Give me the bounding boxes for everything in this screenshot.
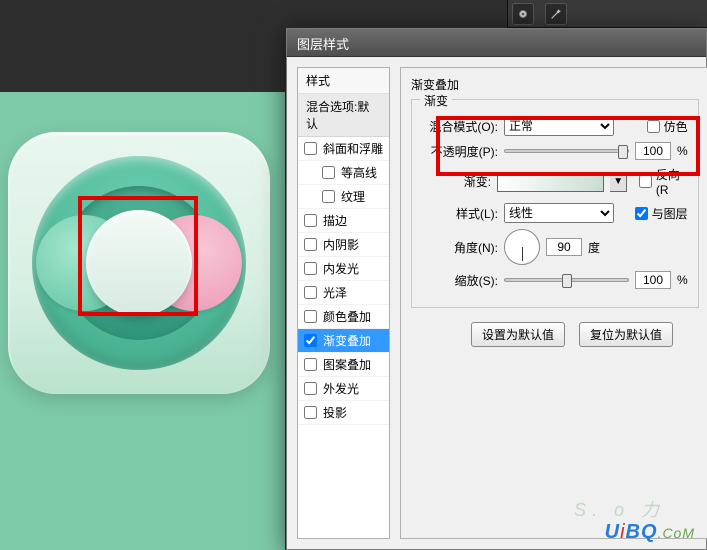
watermark: UiBQ.CoM [605,521,695,544]
style-item[interactable]: 颜色叠加 [298,305,389,329]
style-item-label: 图案叠加 [323,356,371,373]
scale-unit: % [677,273,688,287]
blend-mode-label: 混合模式(O): [422,118,498,135]
style-checkbox[interactable] [304,142,317,155]
ps-toolbar-fragment [507,0,707,28]
gradient-dropdown[interactable]: ▼ [610,172,626,192]
style-checkbox[interactable] [304,310,317,323]
angle-unit: 度 [588,239,600,256]
scale-slider[interactable] [504,278,629,282]
fieldset-legend: 渐变 [420,92,452,109]
styles-panel: 样式 混合选项:默认 斜面和浮雕等高线纹理描边内阴影内发光光泽颜色叠加渐变叠加图… [297,67,390,539]
angle-value[interactable] [546,238,582,256]
canvas-area [0,92,285,550]
style-checkbox[interactable] [304,286,317,299]
make-default-button[interactable]: 设置为默认值 [471,322,565,347]
align-with-layer-checkbox[interactable]: 与图层 [635,205,688,222]
dither-input[interactable] [647,120,660,133]
style-item[interactable]: 外发光 [298,377,389,401]
style-item-label: 光泽 [323,284,347,301]
style-item-label: 外发光 [323,380,359,397]
style-item[interactable]: 内发光 [298,257,389,281]
style-item-label: 等高线 [341,164,377,181]
opacity-label: 不透明度(P): [422,143,498,160]
style-item-label: 颜色叠加 [323,308,371,325]
gradient-swatch[interactable] [497,172,604,192]
reset-default-button[interactable]: 复位为默认值 [579,322,673,347]
annotation-highlight-canvas [78,196,198,316]
layer-style-dialog: 图层样式 样式 混合选项:默认 斜面和浮雕等高线纹理描边内阴影内发光光泽颜色叠加… [286,28,707,550]
style-checkbox[interactable] [304,382,317,395]
style-item[interactable]: 图案叠加 [298,353,389,377]
watermark-shadow: S. o 力 [574,496,665,522]
style-item-label: 纹理 [341,188,365,205]
wand-icon[interactable] [545,3,567,25]
style-checkbox[interactable] [304,262,317,275]
style-item[interactable]: 投影 [298,401,389,425]
style-item-label: 内阴影 [323,236,359,253]
scale-label: 缩放(S): [422,272,498,289]
style-checkbox[interactable] [304,214,317,227]
style-checkbox[interactable] [304,358,317,371]
style-item[interactable]: 描边 [298,209,389,233]
dither-label: 仿色 [664,118,688,135]
style-select[interactable]: 线性 [504,203,614,223]
reverse-input[interactable] [639,175,652,188]
opacity-value[interactable] [635,142,671,160]
style-checkbox[interactable] [322,190,335,203]
angle-label: 角度(N): [422,239,498,256]
style-item-label: 内发光 [323,260,359,277]
dither-checkbox[interactable]: 仿色 [647,118,688,135]
gradient-fieldset: 渐变 混合模式(O): 正常 仿色 不透明度(P): [411,99,699,308]
opacity-unit: % [677,144,688,158]
style-label: 样式(L): [422,205,498,222]
style-item-label: 描边 [323,212,347,229]
angle-dial[interactable] [504,229,540,265]
style-checkbox[interactable] [304,238,317,251]
style-checkbox[interactable] [304,406,317,419]
reverse-label: 反向(R [656,166,688,197]
style-item-label: 斜面和浮雕 [323,140,383,157]
style-item[interactable]: 光泽 [298,281,389,305]
align-input[interactable] [635,207,648,220]
style-checkbox[interactable] [322,166,335,179]
reverse-checkbox[interactable]: 反向(R [639,166,688,197]
style-item[interactable]: 渐变叠加 [298,329,389,353]
gradient-overlay-settings: 渐变叠加 渐变 混合模式(O): 正常 仿色 不透明度(P): [400,67,707,539]
style-item-label: 渐变叠加 [323,332,371,349]
style-item[interactable]: 斜面和浮雕 [298,137,389,161]
blend-mode-select[interactable]: 正常 [504,116,614,136]
dialog-title: 图层样式 [287,29,706,57]
style-item[interactable]: 等高线 [298,161,389,185]
style-item-label: 投影 [323,404,347,421]
gradient-label: 渐变: [422,173,491,190]
style-item[interactable]: 纹理 [298,185,389,209]
opacity-slider[interactable] [504,149,629,153]
styles-panel-title[interactable]: 样式 [298,68,389,94]
style-checkbox[interactable] [304,334,317,347]
eye-icon[interactable] [512,3,534,25]
style-item[interactable]: 内阴影 [298,233,389,257]
scale-value[interactable] [635,271,671,289]
section-title: 渐变叠加 [411,76,699,93]
blending-options-default[interactable]: 混合选项:默认 [298,94,389,137]
align-label: 与图层 [652,205,688,222]
